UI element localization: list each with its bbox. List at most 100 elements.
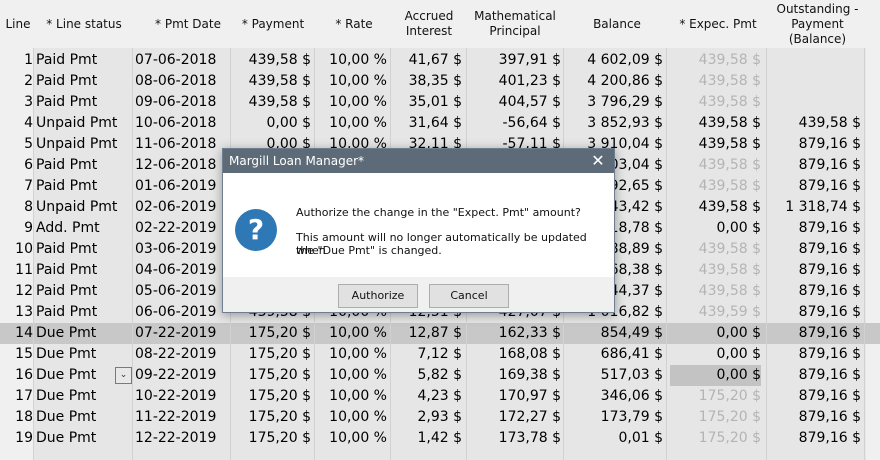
cancel-button[interactable]: Cancel (429, 284, 509, 308)
cell-pmt-date[interactable]: 01-06-2019 (135, 176, 230, 197)
cell-outstanding[interactable]: 879,16 $ (766, 323, 861, 344)
cell-mathematical-principal[interactable]: 401,23 $ (468, 71, 561, 92)
cell-mathematical-principal[interactable]: 169,38 $ (468, 365, 561, 386)
cell-expec-pmt[interactable]: 0,00 $ (670, 323, 761, 344)
cell-expec-pmt[interactable]: 439,58 $ (670, 239, 761, 260)
column-header-line[interactable]: Line (2, 0, 34, 48)
cell-balance[interactable]: 346,06 $ (566, 386, 663, 407)
cell-line-status[interactable]: Paid Pmt (36, 92, 132, 113)
cell-rate[interactable]: 10,00 % (318, 428, 387, 449)
cell-mathematical-principal[interactable]: 397,91 $ (468, 50, 561, 71)
cell-expec-pmt[interactable]: 439,58 $ (670, 134, 761, 155)
cell-line-status[interactable]: Due Pmt (36, 428, 132, 449)
cell-rate[interactable]: 10,00 % (318, 113, 387, 134)
cell-outstanding[interactable] (766, 50, 861, 71)
cell-line-status[interactable]: Paid Pmt (36, 155, 132, 176)
cell-payment[interactable]: 175,20 $ (232, 407, 311, 428)
dialog-title-bar[interactable]: Margill Loan Manager* ✕ (223, 149, 614, 173)
cell-pmt-date[interactable]: 07-22-2019 (135, 323, 230, 344)
cell-balance[interactable]: 686,41 $ (566, 344, 663, 365)
close-icon[interactable]: ✕ (588, 149, 608, 173)
cell-pmt-date[interactable]: 10-06-2018 (135, 113, 230, 134)
cell-pmt-date[interactable]: 02-22-2019 (135, 218, 230, 239)
cell-outstanding[interactable]: 879,16 $ (766, 407, 861, 428)
column-header-balance[interactable]: Balance (566, 0, 668, 48)
cell-accrued-interest[interactable]: 35,01 $ (392, 92, 462, 113)
cell-expec-pmt[interactable]: 439,58 $ (670, 50, 761, 71)
cell-balance[interactable]: 4 200,86 $ (566, 71, 663, 92)
cell-pmt-date[interactable]: 10-22-2019 (135, 386, 230, 407)
cell-line-status[interactable]: Unpaid Pmt (36, 113, 132, 134)
cell-mathematical-principal[interactable]: 173,78 $ (468, 428, 561, 449)
cell-rate[interactable]: 10,00 % (318, 50, 387, 71)
cell-outstanding[interactable] (766, 71, 861, 92)
cell-pmt-date[interactable]: 04-06-2019 (135, 260, 230, 281)
cell-mathematical-principal[interactable]: 172,27 $ (468, 407, 561, 428)
cell-accrued-interest[interactable]: 2,93 $ (392, 407, 462, 428)
cell-payment[interactable]: 175,20 $ (232, 428, 311, 449)
cell-pmt-date[interactable]: 09-06-2018 (135, 92, 230, 113)
cell-expec-pmt[interactable]: 439,58 $ (670, 260, 761, 281)
cell-line-status[interactable]: Unpaid Pmt (36, 197, 132, 218)
cell-rate[interactable]: 10,00 % (318, 323, 387, 344)
cell-pmt-date[interactable]: 11-06-2018 (135, 134, 230, 155)
cell-expec-pmt[interactable]: 439,58 $ (670, 92, 761, 113)
cell-accrued-interest[interactable]: 12,87 $ (392, 323, 462, 344)
cell-balance[interactable]: 517,03 $ (566, 365, 663, 386)
cell-payment[interactable]: 175,20 $ (232, 344, 311, 365)
cell-outstanding[interactable]: 879,16 $ (766, 134, 861, 155)
cell-pmt-date[interactable]: 12-22-2019 (135, 428, 230, 449)
cell-balance[interactable]: 0,01 $ (566, 428, 663, 449)
cell-outstanding[interactable]: 879,16 $ (766, 218, 861, 239)
cell-expec-pmt[interactable]: 175,20 $ (670, 407, 761, 428)
cell-balance[interactable]: 3 852,93 $ (566, 113, 663, 134)
cell-line-status[interactable]: Due Pmt (36, 386, 132, 407)
cell-rate[interactable]: 10,00 % (318, 71, 387, 92)
cell-line-status[interactable]: Add. Pmt (36, 218, 132, 239)
cell-mathematical-principal[interactable]: -56,64 $ (468, 113, 562, 134)
cell-outstanding[interactable]: 879,16 $ (766, 386, 861, 407)
cell-pmt-date[interactable]: 11-22-2019 (135, 407, 230, 428)
cell-pmt-date[interactable]: 12-06-2018 (135, 155, 230, 176)
cell-expec-pmt[interactable]: 439,59 $ (670, 302, 761, 323)
cell-rate[interactable]: 10,00 % (318, 92, 387, 113)
cell-pmt-date[interactable]: 08-22-2019 (135, 344, 230, 365)
cell-outstanding[interactable]: 879,16 $ (766, 176, 861, 197)
cell-expec-pmt[interactable]: 175,20 $ (670, 386, 761, 407)
cell-rate[interactable]: 10,00 % (318, 407, 387, 428)
cell-accrued-interest[interactable]: 38,35 $ (392, 71, 462, 92)
cell-balance[interactable]: 4 602,09 $ (566, 50, 663, 71)
cell-line-status[interactable]: Due Pmt (36, 344, 132, 365)
cell-line-status[interactable]: Paid Pmt (36, 260, 132, 281)
column-header-line-status[interactable]: * Line status (36, 0, 132, 48)
cell-expec-pmt[interactable]: 439,58 $ (670, 176, 761, 197)
cell-payment[interactable]: 175,20 $ (232, 365, 311, 386)
cell-balance[interactable]: 173,79 $ (566, 407, 663, 428)
cell-pmt-date[interactable]: 08-06-2018 (135, 71, 230, 92)
cell-line-status[interactable]: Paid Pmt (36, 50, 132, 71)
cell-balance[interactable]: 854,49 $ (566, 323, 663, 344)
cell-payment[interactable]: 439,58 $ (232, 50, 311, 71)
column-header-pmt-date[interactable]: * Pmt Date (133, 0, 243, 48)
column-header-payment[interactable]: * Payment (232, 0, 314, 48)
cell-payment[interactable]: 175,20 $ (232, 323, 311, 344)
cell-outstanding[interactable]: 439,58 $ (766, 113, 861, 134)
cell-accrued-interest[interactable]: 1,42 $ (392, 428, 462, 449)
cell-expec-pmt[interactable]: 439,58 $ (670, 197, 761, 218)
cell-accrued-interest[interactable]: 31,64 $ (392, 113, 462, 134)
cell-accrued-interest[interactable]: 41,67 $ (392, 50, 462, 71)
cell-line-status[interactable]: Due Pmt (36, 407, 132, 428)
cell-expec-pmt[interactable]: 0,00 $ (670, 218, 761, 239)
status-dropdown-chevron-down-icon[interactable]: ⌄ (115, 367, 132, 384)
cell-expec-pmt[interactable]: 0,00 $ (670, 365, 761, 386)
cell-accrued-interest[interactable]: 7,12 $ (392, 344, 462, 365)
cell-rate[interactable]: 10,00 % (318, 344, 387, 365)
cell-outstanding[interactable]: 879,16 $ (766, 428, 861, 449)
cell-payment[interactable]: 439,58 $ (232, 92, 311, 113)
cell-payment[interactable]: 439,58 $ (232, 71, 311, 92)
cell-expec-pmt[interactable]: 439,58 $ (670, 281, 761, 302)
column-header-expec-pmt[interactable]: * Expec. Pmt (668, 0, 768, 48)
cell-line-status[interactable]: Paid Pmt (36, 302, 132, 323)
cell-expec-pmt[interactable]: 439,58 $ (670, 113, 761, 134)
cell-pmt-date[interactable]: 07-06-2018 (135, 50, 230, 71)
